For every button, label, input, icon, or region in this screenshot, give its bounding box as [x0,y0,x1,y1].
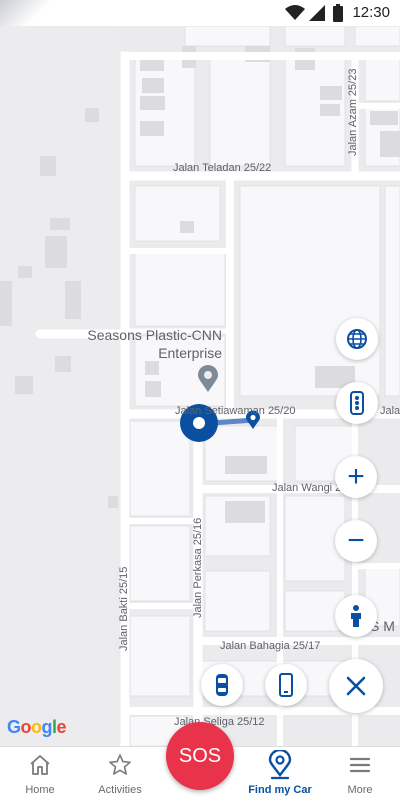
zoom-in-button[interactable]: + [335,456,377,498]
street-label-jalan-n: Jalan N [380,405,400,417]
location-pin-icon [268,750,292,780]
street-label-perkasa: Jalan Perkasa 25/16 [192,517,204,618]
signal-icon [309,5,325,21]
street-label-bahagia: Jalan Bahagia 25/17 [220,640,321,652]
status-time: 12:30 [352,4,390,21]
nav-activities-label: Activities [98,784,142,796]
street-label-wangi: Jalan Wangi 2 [272,482,342,494]
street-view-button[interactable] [335,595,377,637]
phone-button[interactable] [265,664,307,706]
map-view[interactable]: Jalan Teladan 25/22 Jalan Azam 25/23 Jal… [0,26,400,746]
find-my-car-screen: 12:30 Jalan Teladan 25/22 Jalan Azam 25/… [0,0,400,800]
close-icon [346,676,366,696]
street-label-teladan: Jalan Teladan 25/22 [173,162,272,174]
menu-icon [349,757,371,773]
person-icon [351,605,361,627]
street-label-bakti: Jalan Bakti 25/15 [118,566,130,651]
street-label-azam: Jalan Azam 25/23 [347,68,359,156]
plus-icon: + [347,460,365,493]
nav-activities[interactable]: Activities [80,747,160,800]
zoom-out-button[interactable]: − [335,520,377,562]
google-logo: Google [7,717,67,737]
traffic-light-icon [350,391,364,415]
poi-label-line2: Enterprise [158,345,222,361]
home-icon [30,755,50,775]
car-icon [216,674,228,696]
street-label-setiawaman: Jalan Setiawaman 25/20 [175,405,296,417]
status-bar-shade [0,0,50,26]
poi-label: Seasons Plastic-CNN Enterprise [70,326,222,362]
wifi-icon [285,5,305,20]
map-type-button[interactable] [336,318,378,360]
close-button[interactable] [329,659,383,713]
map-canvas[interactable] [0,26,400,746]
nav-more[interactable]: More [320,747,400,800]
nav-find-my-car-label: Find my Car [248,784,312,796]
star-icon [109,754,131,775]
poi-label-line1: Seasons Plastic-CNN [87,327,222,343]
sos-button[interactable]: SOS [166,722,234,790]
traffic-button[interactable] [336,382,378,424]
minus-icon: − [347,524,365,557]
nav-home[interactable]: Home [0,747,80,800]
nav-more-label: More [347,784,373,796]
globe-icon [347,329,367,349]
nav-find-my-car[interactable]: Find my Car [240,747,320,800]
car-button[interactable] [201,664,243,706]
status-bar: 12:30 [0,0,400,26]
nav-home-label: Home [25,784,55,796]
phone-icon [279,673,293,697]
battery-icon [333,4,343,22]
